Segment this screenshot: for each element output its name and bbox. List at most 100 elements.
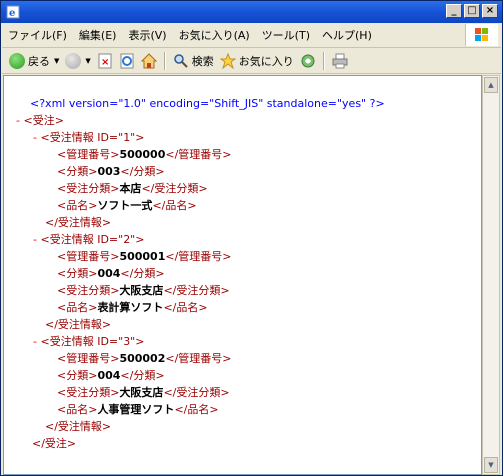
media-icon	[301, 54, 315, 67]
title-bar[interactable]: e _ □ ×	[1, 1, 502, 23]
field-value: 003	[97, 165, 121, 178]
record-open-tag: <受注情報 ID="1">	[40, 131, 145, 144]
xml-declaration: <?xml version="1.0" encoding="Shift_JIS"…	[30, 97, 385, 110]
maximize-button[interactable]: □	[464, 4, 480, 18]
home-icon	[140, 52, 157, 68]
field-open-tag: <分類>	[57, 267, 98, 280]
media-button[interactable]	[297, 50, 319, 72]
refresh-button[interactable]	[116, 50, 138, 72]
field-value: 500002	[119, 352, 166, 365]
field-value: 本店	[119, 182, 142, 195]
scroll-up-arrow-icon[interactable]: ▲	[484, 77, 498, 93]
field-close-tag: </受注分類>	[141, 182, 208, 195]
search-button[interactable]: 検索	[170, 50, 217, 72]
back-dropdown-icon[interactable]: ▼	[54, 57, 59, 65]
field-open-tag: <品名>	[57, 199, 98, 212]
print-button[interactable]	[329, 50, 351, 72]
field-line: <分類>003</分類>	[57, 163, 165, 180]
windows-logo-icon	[465, 24, 498, 46]
favorites-star-icon	[219, 52, 236, 69]
record-close-tag: </受注情報>	[45, 216, 112, 229]
menu-edit[interactable]: 編集(E)	[73, 27, 123, 43]
close-button[interactable]: ×	[482, 4, 498, 18]
field-line: <管理番号>500001</管理番号>	[57, 248, 232, 265]
field-close-tag: </分類>	[120, 267, 165, 280]
field-close-tag: </管理番号>	[165, 148, 232, 161]
field-open-tag: <受注分類>	[57, 182, 120, 195]
field-value: 大阪支店	[119, 284, 164, 297]
field-open-tag: <品名>	[57, 301, 98, 314]
ie-icon: e	[6, 5, 20, 19]
collapse-toggle[interactable]: -	[16, 114, 20, 127]
printer-icon	[332, 53, 348, 68]
field-value: ソフト一式	[97, 199, 153, 212]
field-line: <受注分類>大阪支店</受注分類>	[57, 384, 230, 401]
field-open-tag: <品名>	[57, 403, 98, 416]
field-line: <品名>表計算ソフト</品名>	[57, 299, 208, 316]
root-open-tag: <受注>	[23, 114, 64, 127]
xml-document-view[interactable]: <?xml version="1.0" encoding="Shift_JIS"…	[3, 75, 482, 475]
back-button[interactable]: 戻る ▼	[6, 50, 62, 72]
minimize-button[interactable]: _	[446, 4, 462, 18]
collapse-toggle[interactable]: -	[33, 335, 37, 348]
field-close-tag: </受注分類>	[163, 386, 230, 399]
forward-button[interactable]: ▼	[62, 50, 93, 72]
field-value: 表計算ソフト	[97, 301, 164, 314]
field-line: <受注分類>本店</受注分類>	[57, 180, 208, 197]
field-close-tag: </受注分類>	[163, 284, 230, 297]
field-value: 大阪支店	[119, 386, 164, 399]
forward-dropdown-icon[interactable]: ▼	[85, 57, 90, 65]
record-close-tag: </受注情報>	[45, 420, 112, 433]
root-close-tag: </受注>	[32, 437, 77, 450]
field-line: <品名>ソフト一式</品名>	[57, 197, 197, 214]
stop-button[interactable]: ×	[94, 50, 116, 72]
field-value: 004	[97, 369, 121, 382]
menu-file[interactable]: ファイル(F)	[2, 27, 73, 43]
forward-arrow-icon	[65, 52, 82, 69]
favorites-label: お気に入り	[238, 54, 294, 68]
collapse-toggle[interactable]: -	[33, 233, 37, 246]
record-open-tag: <受注情報 ID="2">	[40, 233, 145, 246]
favorites-button[interactable]: お気に入り	[217, 50, 297, 72]
browser-window: e _ □ × ファイル(F) 編集(E) 表示(V) お気に入り(A) ツール…	[0, 0, 503, 476]
back-label: 戻る	[28, 54, 50, 68]
menu-view[interactable]: 表示(V)	[122, 27, 172, 43]
field-line: <受注分類>大阪支店</受注分類>	[57, 282, 230, 299]
root-open-line: - <受注>	[16, 112, 64, 129]
search-icon	[174, 53, 188, 68]
field-open-tag: <受注分類>	[57, 284, 120, 297]
menu-help[interactable]: ヘルプ(H)	[316, 27, 378, 43]
field-value: 500000	[119, 148, 166, 161]
field-open-tag: <管理番号>	[57, 352, 120, 365]
record-open-line: - <受注情報 ID="3">	[33, 333, 144, 350]
field-value: 人事管理ソフト	[97, 403, 175, 416]
back-arrow-icon	[9, 52, 25, 69]
field-close-tag: </管理番号>	[165, 352, 232, 365]
home-button[interactable]	[138, 50, 160, 72]
field-close-tag: </分類>	[120, 369, 165, 382]
toolbar-separator	[163, 51, 166, 70]
menu-tools[interactable]: ツール(T)	[256, 27, 316, 43]
svg-text:e: e	[9, 8, 15, 19]
field-open-tag: <分類>	[57, 165, 98, 178]
collapse-toggle[interactable]: -	[33, 131, 37, 144]
field-close-tag: </管理番号>	[165, 250, 232, 263]
field-open-tag: <受注分類>	[57, 386, 120, 399]
field-line: <管理番号>500002</管理番号>	[57, 350, 232, 367]
search-label: 検索	[191, 54, 214, 68]
field-line: <分類>004</分類>	[57, 367, 165, 384]
field-line: <品名>人事管理ソフト</品名>	[57, 401, 219, 418]
refresh-icon	[120, 53, 134, 68]
field-line: <管理番号>500000</管理番号>	[57, 146, 232, 163]
record-open-line: - <受注情報 ID="1">	[33, 129, 144, 146]
field-close-tag: </分類>	[120, 165, 165, 178]
stop-icon: ×	[98, 53, 112, 68]
toolbar: 戻る ▼ ▼ × 検索 お気に入り	[2, 48, 501, 74]
scroll-down-arrow-icon[interactable]: ▼	[484, 457, 498, 473]
record-open-tag: <受注情報 ID="3">	[40, 335, 145, 348]
vertical-scrollbar[interactable]: ▲ ▼	[482, 75, 500, 475]
svg-text:×: ×	[101, 57, 109, 68]
menu-favorites[interactable]: お気に入り(A)	[173, 27, 256, 43]
field-value: 004	[97, 267, 121, 280]
field-value: 500001	[119, 250, 166, 263]
